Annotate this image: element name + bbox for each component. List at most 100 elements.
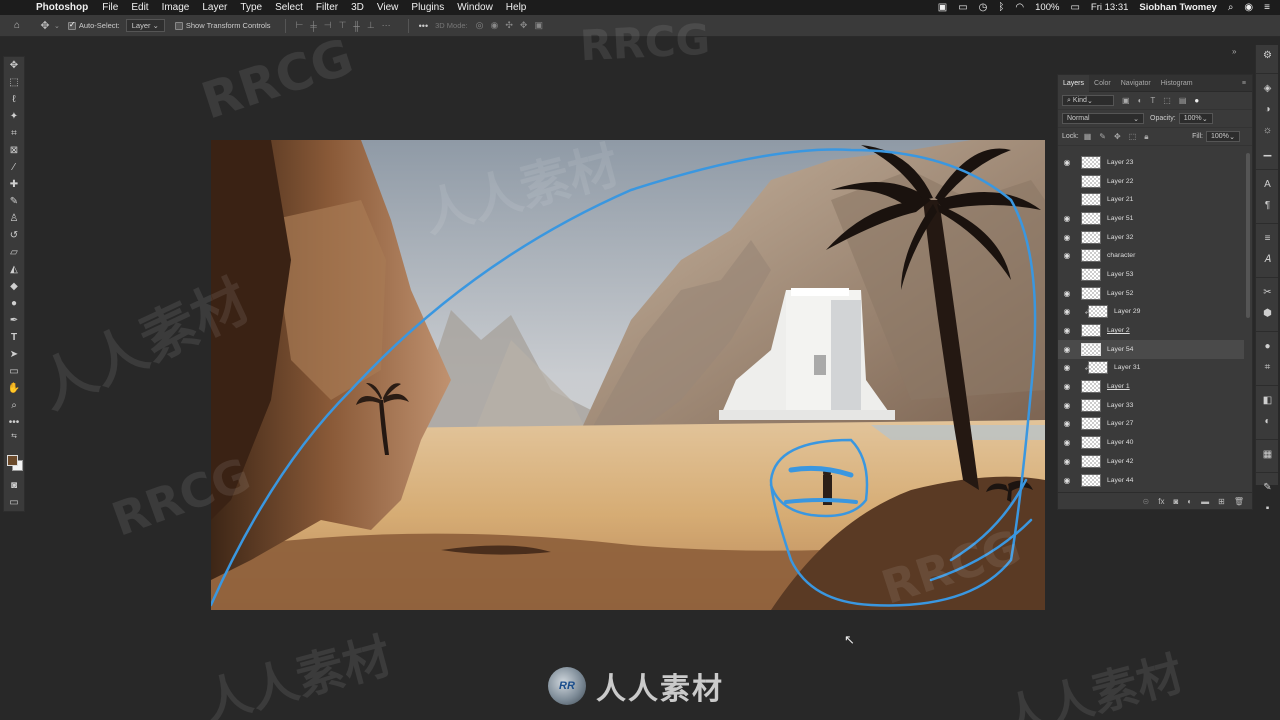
visibility-eye-icon[interactable]: ◉ xyxy=(1058,307,1076,316)
layer-row[interactable]: ◉ Layer 33 xyxy=(1058,396,1244,415)
orbit-3d-icon[interactable]: ◎ xyxy=(476,20,484,31)
swatches-icon[interactable]: ◐ xyxy=(1256,411,1279,432)
eraser-tool-icon[interactable]: ▱ xyxy=(4,244,24,261)
layer-row[interactable]: ◉ ↲ Layer 29 xyxy=(1058,303,1244,322)
filter-type-icon[interactable]: T xyxy=(1150,96,1155,105)
layer-row-selected[interactable]: ◉ Layer 54 xyxy=(1058,339,1244,359)
menu-image[interactable]: Image xyxy=(162,2,190,13)
paint-bucket-tool-icon[interactable]: ◭ xyxy=(4,261,24,278)
properties-icon[interactable]: ⚙ xyxy=(1256,45,1279,66)
lock-paint-icon[interactable]: ✎ xyxy=(1099,132,1106,141)
link-layers-icon[interactable]: ⊝ xyxy=(1143,497,1150,506)
layer-style-icon[interactable]: fx xyxy=(1158,497,1164,506)
align-middle-icon[interactable]: ╫ xyxy=(353,21,359,31)
filter-pixel-icon[interactable]: ▣ xyxy=(1122,96,1130,105)
path-selection-tool-icon[interactable]: ➤ xyxy=(4,346,24,363)
menu-file[interactable]: File xyxy=(102,2,118,13)
zoom-tool-icon[interactable]: ⌕ xyxy=(4,397,24,414)
control-center-icon[interactable]: ≡ xyxy=(1264,2,1270,13)
hand-tool-icon[interactable]: ✋ xyxy=(4,380,24,397)
layer-row[interactable]: ◉ Layer 23 xyxy=(1058,153,1244,172)
visibility-eye-icon[interactable]: ◉ xyxy=(1058,289,1076,298)
brush-settings-icon[interactable]: ≡ xyxy=(1256,228,1279,249)
clone-stamp-tool-icon[interactable]: ♙ xyxy=(4,210,24,227)
menu-type[interactable]: Type xyxy=(240,2,262,13)
layer-row[interactable]: ◉ Layer 42 xyxy=(1058,452,1244,471)
lasso-tool-icon[interactable]: ℓ xyxy=(4,91,24,108)
filter-toggle-icon[interactable]: ● xyxy=(1194,96,1199,105)
opacity-input[interactable]: 100% ⌄ xyxy=(1178,113,1213,124)
tab-layers[interactable]: Layers xyxy=(1058,74,1090,92)
new-group-icon[interactable]: ▬ xyxy=(1201,497,1209,506)
siri-icon[interactable]: ◉ xyxy=(1244,2,1253,13)
marquee-tool-icon[interactable]: ⬚ xyxy=(4,74,24,91)
layer-row[interactable]: ◉ Layer 32 xyxy=(1058,228,1244,247)
menu-edit[interactable]: Edit xyxy=(131,2,148,13)
layers-scrollbar[interactable] xyxy=(1246,153,1250,318)
layer-row[interactable]: ◉ Layer 2 xyxy=(1058,321,1244,340)
time-machine-icon[interactable]: ◷ xyxy=(979,2,988,13)
character-icon[interactable]: A xyxy=(1256,174,1279,195)
fill-input[interactable]: 100% ⌄ xyxy=(1206,131,1240,142)
learn-icon[interactable]: ▪ xyxy=(1256,498,1279,519)
swap-colors-icon[interactable]: ⇆ xyxy=(4,431,24,441)
tool-presets-icon[interactable]: ✂ xyxy=(1256,282,1279,303)
visibility-eye-icon[interactable]: ◉ xyxy=(1058,158,1076,167)
spotlight-search-icon[interactable]: ⌕ xyxy=(1228,2,1234,13)
channels-icon[interactable]: ◧ xyxy=(1256,390,1279,411)
align-left-icon[interactable]: ⊢ xyxy=(296,20,304,31)
layer-row[interactable]: ◉ Layer 40 xyxy=(1058,433,1244,452)
layer-row[interactable]: Layer 22 xyxy=(1058,172,1244,191)
visibility-eye-icon[interactable]: ◉ xyxy=(1058,457,1076,466)
lock-artboard-icon[interactable]: ⬚ xyxy=(1129,132,1137,141)
histogram-icon[interactable]: ▁ xyxy=(1256,141,1279,162)
pan-3d-icon[interactable]: ✣ xyxy=(505,20,513,31)
quick-mask-icon[interactable]: ◙ xyxy=(4,477,24,494)
home-icon[interactable]: ⌂ xyxy=(14,20,20,31)
align-top-icon[interactable]: ⊤ xyxy=(339,20,347,31)
screen-mode-icon[interactable]: ▭ xyxy=(4,494,24,511)
show-transform-checkbox[interactable] xyxy=(174,21,183,30)
slide-3d-icon[interactable]: ✥ xyxy=(520,20,528,31)
foreground-color-swatch[interactable] xyxy=(7,455,18,466)
blend-mode-dropdown[interactable]: Normal ⌄ xyxy=(1062,113,1144,124)
layer-row[interactable]: Layer 21 xyxy=(1058,190,1244,209)
move-tool-preset-icon[interactable]: ✥ xyxy=(38,19,52,32)
visibility-eye-icon[interactable]: ◉ xyxy=(1058,345,1076,354)
layer-row[interactable]: ◉ Layer 1 xyxy=(1058,377,1244,396)
menu-layer[interactable]: Layer xyxy=(202,2,227,13)
wifi-icon[interactable]: ◠ xyxy=(1015,2,1024,13)
visibility-eye-icon[interactable]: ◉ xyxy=(1058,214,1076,223)
new-adjustment-icon[interactable]: ◐ xyxy=(1187,497,1192,506)
adjustments-icon[interactable]: ◑ xyxy=(1256,99,1279,120)
blur-tool-icon[interactable]: ◆ xyxy=(4,278,24,295)
history-brush-tool-icon[interactable]: ↺ xyxy=(4,227,24,244)
app-menu[interactable]: Photoshop xyxy=(36,2,88,13)
visibility-eye-icon[interactable]: ◉ xyxy=(1058,326,1076,335)
tab-navigator[interactable]: Navigator xyxy=(1116,80,1156,87)
layer-row[interactable]: ◉ ↲ Layer 31 xyxy=(1058,359,1244,378)
menu-plugins[interactable]: Plugins xyxy=(411,2,444,13)
menu-filter[interactable]: Filter xyxy=(316,2,338,13)
filter-adjustment-icon[interactable]: ◐ xyxy=(1138,96,1143,105)
visibility-eye-icon[interactable]: ◉ xyxy=(1058,419,1076,428)
visibility-eye-icon[interactable]: ◉ xyxy=(1058,251,1076,260)
eyedropper-tool-icon[interactable]: ⁄ xyxy=(4,159,24,176)
layer-row[interactable]: ◉ Layer 51 xyxy=(1058,209,1244,228)
3d-icon[interactable]: ⬢ xyxy=(1256,303,1279,324)
clock[interactable]: Fri 13:31 xyxy=(1091,2,1129,13)
crop-tool-icon[interactable]: ⌗ xyxy=(4,125,24,142)
rectangle-tool-icon[interactable]: ▭ xyxy=(4,363,24,380)
healing-brush-tool-icon[interactable]: ✚ xyxy=(4,176,24,193)
airplay-icon[interactable]: ▭ xyxy=(958,2,967,13)
layers-icon[interactable]: ◈ xyxy=(1256,78,1279,99)
brush-tool-icon[interactable]: ✎ xyxy=(4,193,24,210)
visibility-eye-icon[interactable]: ◉ xyxy=(1058,233,1076,242)
lock-transparent-icon[interactable]: ▦ xyxy=(1084,132,1092,141)
collapse-panels-icon[interactable]: » xyxy=(1232,47,1236,56)
patterns-icon[interactable]: ▦ xyxy=(1256,444,1279,465)
panel-menu-icon[interactable]: ≡ xyxy=(1242,80,1246,87)
distribute-icon[interactable]: ⋯ xyxy=(382,20,391,31)
color-icon[interactable]: ● xyxy=(1256,336,1279,357)
auto-select-checkbox[interactable] xyxy=(67,20,76,30)
